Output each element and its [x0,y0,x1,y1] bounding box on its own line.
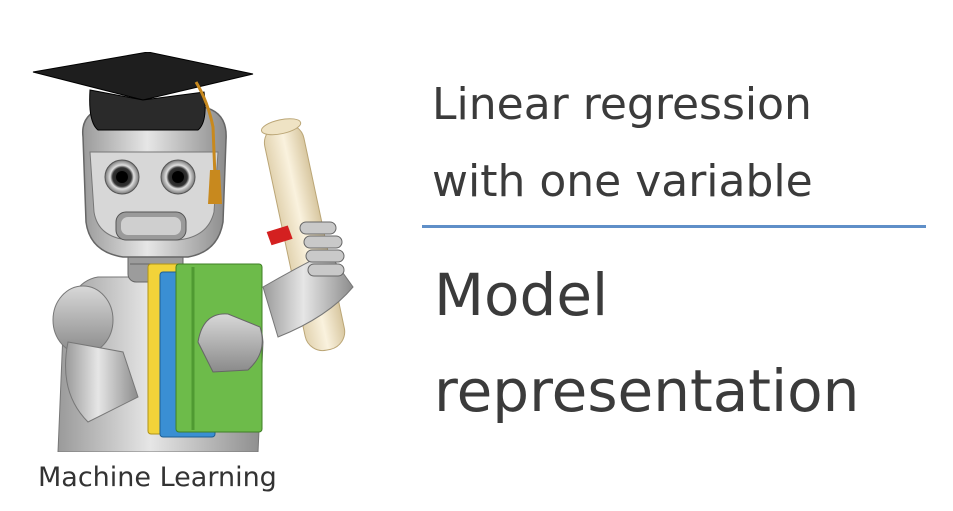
title-divider [422,225,926,228]
title-line-2: with one variable [432,156,813,207]
subtitle-line-2: representation [434,357,860,425]
title-line-1: Linear regression [432,79,812,130]
graduate-robot-illustration [32,52,354,452]
slide: Machine Learning Linear regression with … [0,0,953,511]
subtitle-line-1: Model [434,261,609,329]
course-label: Machine Learning [38,462,277,493]
